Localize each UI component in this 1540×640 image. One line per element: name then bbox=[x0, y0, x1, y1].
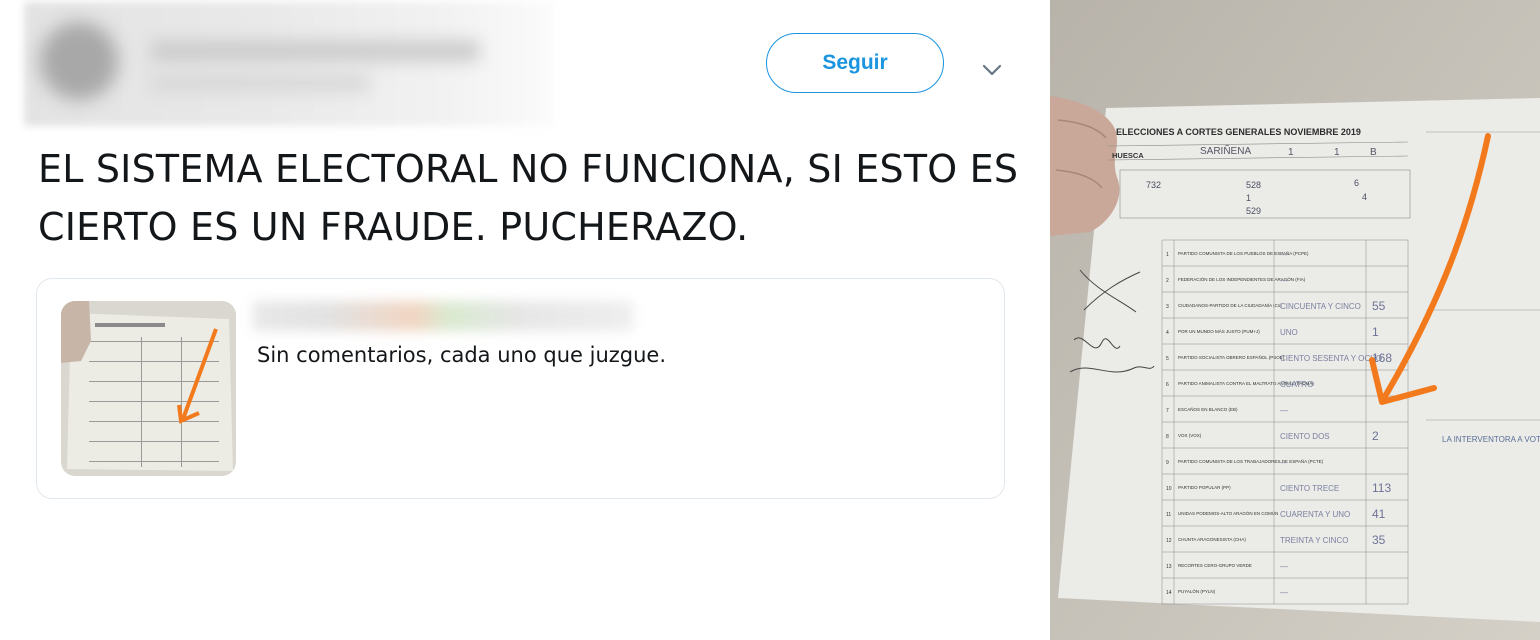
result-words: CIENTO DOS bbox=[1280, 432, 1330, 441]
svg-text:POR UN MUNDO MÁS JUSTO (PUM+J): POR UN MUNDO MÁS JUSTO (PUM+J) bbox=[1178, 328, 1260, 334]
svg-text:3: 3 bbox=[1166, 304, 1169, 310]
svg-text:PUYALÓN (PYLN): PUYALÓN (PYLN) bbox=[1178, 588, 1216, 594]
summary-0: 732 bbox=[1146, 180, 1161, 190]
svg-text:4: 4 bbox=[1166, 330, 1169, 336]
form-title: ELECCIONES A CORTES GENERALES NOVIEMBRE … bbox=[1116, 127, 1361, 137]
svg-text:PARTIDO POPULAR (PP): PARTIDO POPULAR (PP) bbox=[1178, 485, 1231, 490]
svg-text:VOX (VOX): VOX (VOX) bbox=[1178, 433, 1202, 438]
redacted-quoted-author[interactable] bbox=[253, 301, 633, 331]
result-words: — bbox=[1280, 276, 1288, 285]
svg-text:14: 14 bbox=[1166, 590, 1172, 596]
svg-text:12: 12 bbox=[1166, 538, 1172, 544]
svg-text:1: 1 bbox=[1166, 252, 1169, 258]
svg-text:PARTIDO COMUNISTA DE LOS TRABA: PARTIDO COMUNISTA DE LOS TRABAJADORES DE… bbox=[1178, 458, 1324, 464]
result-number: 41 bbox=[1372, 507, 1386, 521]
result-words: — bbox=[1280, 562, 1288, 571]
result-number: 2 bbox=[1372, 429, 1379, 443]
quoted-tweet-thumbnail[interactable] bbox=[61, 301, 236, 476]
result-number: 35 bbox=[1372, 533, 1386, 547]
form-province: HUESCA bbox=[1112, 151, 1144, 160]
redacted-author-name[interactable] bbox=[150, 40, 480, 62]
result-words: CUARENTA Y UNO bbox=[1280, 510, 1350, 519]
result-words: CIENTO TRECE bbox=[1280, 484, 1339, 493]
tally-sheet-photo: ELECCIONES A CORTES GENERALES NOVIEMBRE … bbox=[1050, 0, 1540, 640]
redacted-avatar[interactable] bbox=[40, 22, 118, 100]
quoted-tweet-text: Sin comentarios, cada uno que juzgue. bbox=[257, 343, 667, 367]
svg-text:ESCAÑOS EN BLANCO (EB): ESCAÑOS EN BLANCO (EB) bbox=[1178, 406, 1238, 412]
summary-2: 6 bbox=[1354, 178, 1359, 188]
chevron-down-icon[interactable] bbox=[978, 56, 1006, 84]
quoted-tweet-card[interactable]: Sin comentarios, cada uno que juzgue. bbox=[36, 278, 1005, 499]
result-words: CIENTO SESENTA Y OCHO bbox=[1280, 354, 1382, 363]
svg-text:CHUNTA ARAGONESISTA (CHA): CHUNTA ARAGONESISTA (CHA) bbox=[1178, 537, 1246, 542]
svg-text:10: 10 bbox=[1166, 486, 1172, 492]
svg-text:9: 9 bbox=[1166, 460, 1169, 466]
summary-1: 528 bbox=[1246, 180, 1261, 190]
svg-text:5: 5 bbox=[1166, 356, 1169, 362]
svg-text:CIUDADANOS-PARTIDO DE LA CIUDA: CIUDADANOS-PARTIDO DE LA CIUDADANÍA (Cs) bbox=[1178, 302, 1282, 308]
side-note: LA INTERVENTORA A VOTADO POR ... bbox=[1442, 435, 1540, 444]
svg-text:1: 1 bbox=[1334, 147, 1340, 158]
svg-text:1: 1 bbox=[1288, 147, 1294, 158]
svg-text:2: 2 bbox=[1166, 278, 1169, 284]
form-municipality: SARIÑENA bbox=[1200, 144, 1251, 157]
result-words: — bbox=[1280, 588, 1288, 597]
result-words: CINCUENTA Y CINCO bbox=[1280, 302, 1361, 311]
svg-text:PARTIDO SOCIALISTA OBRERO ESPA: PARTIDO SOCIALISTA OBRERO ESPAÑOL (PSOE) bbox=[1178, 354, 1285, 360]
tweet-panel: Seguir EL SISTEMA ELECTORAL NO FUNCIONA,… bbox=[0, 0, 1050, 640]
result-words: UNO bbox=[1280, 328, 1298, 337]
follow-button[interactable]: Seguir bbox=[766, 33, 944, 93]
result-words: TREINTA Y CINCO bbox=[1280, 536, 1348, 545]
redacted-author-handle bbox=[150, 74, 370, 92]
summary-5: 529 bbox=[1246, 206, 1261, 216]
svg-text:RECORTES CERO-GRUPO VERDE: RECORTES CERO-GRUPO VERDE bbox=[1178, 563, 1252, 568]
result-words: — bbox=[1280, 250, 1288, 259]
svg-text:UNIDAS PODEMOS-ALTO ARAGÓN EN: UNIDAS PODEMOS-ALTO ARAGÓN EN COMÚN bbox=[1178, 510, 1278, 516]
svg-text:PARTIDO COMUNISTA DE LOS PUEBL: PARTIDO COMUNISTA DE LOS PUEBLOS DE ESPA… bbox=[1178, 250, 1309, 256]
result-number: 55 bbox=[1372, 299, 1386, 313]
svg-text:8: 8 bbox=[1166, 434, 1169, 440]
summary-4: 4 bbox=[1362, 192, 1367, 202]
summary-3: 1 bbox=[1246, 193, 1251, 203]
result-number: 113 bbox=[1372, 481, 1391, 495]
svg-text:7: 7 bbox=[1166, 408, 1169, 414]
svg-text:6: 6 bbox=[1166, 382, 1169, 388]
result-words: CUATRO bbox=[1280, 380, 1313, 389]
result-words: — bbox=[1280, 458, 1288, 467]
svg-text:11: 11 bbox=[1166, 512, 1171, 518]
result-number: 1 bbox=[1372, 325, 1379, 339]
result-words: — bbox=[1280, 406, 1288, 415]
tweet-text: EL SISTEMA ELECTORAL NO FUNCIONA, SI EST… bbox=[38, 147, 1019, 249]
svg-text:13: 13 bbox=[1166, 564, 1172, 570]
